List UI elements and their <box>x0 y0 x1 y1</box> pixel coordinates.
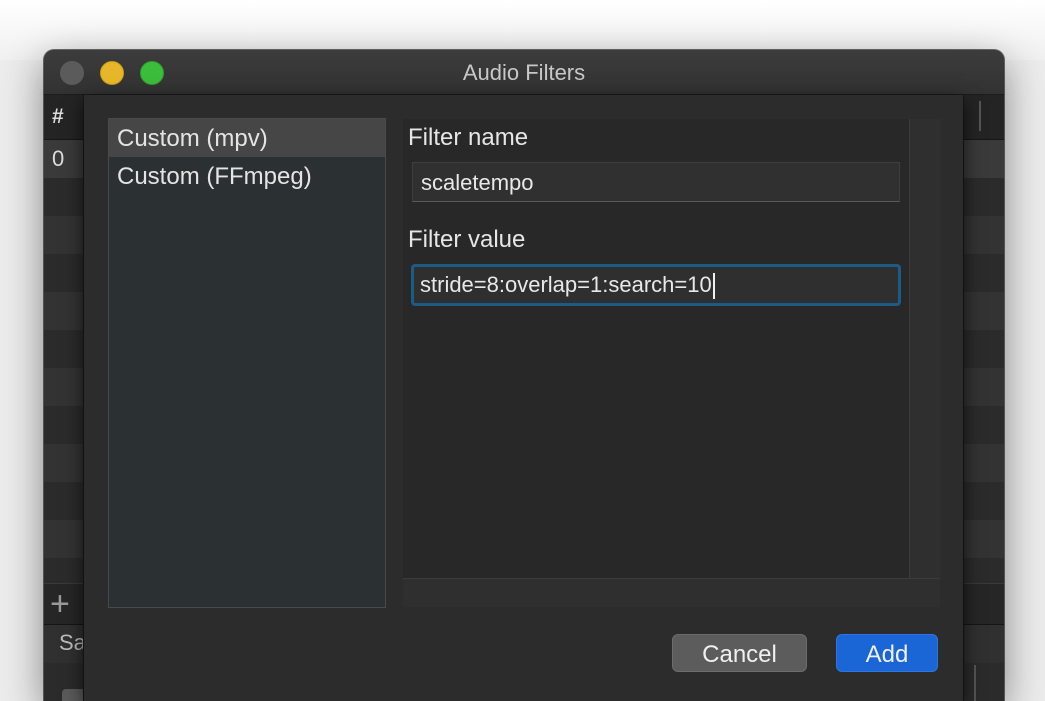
filter-type-label: Custom (mpv) <box>117 125 268 152</box>
vertical-scrollbar[interactable] <box>909 119 941 578</box>
filter-name-text: scaletempo <box>421 170 534 195</box>
horizontal-scrollbar[interactable] <box>403 578 940 607</box>
column-divider <box>979 101 981 131</box>
title-bar[interactable]: Audio Filters <box>44 50 1004 95</box>
add-button[interactable]: Add <box>836 634 938 672</box>
audio-filters-window: Audio Filters # 0 + Sa Custom (mpv) Cust… <box>44 50 1004 701</box>
row-index: 0 <box>52 146 65 171</box>
cancel-button[interactable]: Cancel <box>672 634 807 672</box>
filter-type-item[interactable]: Custom (FFmpeg) <box>109 157 385 195</box>
index-column-header[interactable]: # <box>52 105 64 129</box>
filter-form-panel: Filter name scaletempo Filter value stri… <box>403 119 941 607</box>
filter-value-field[interactable]: stride=8:overlap=1:search=10 <box>411 264 901 306</box>
saved-filters-label: Sa <box>59 630 86 655</box>
add-filter-icon[interactable]: + <box>50 584 70 624</box>
filter-name-label: Filter name <box>408 124 529 151</box>
saved-filters-scrollbar[interactable] <box>974 665 976 701</box>
filter-value-text: stride=8:overlap=1:search=10 <box>420 272 712 297</box>
saved-filter-button[interactable] <box>62 689 86 701</box>
filter-type-label: Custom (FFmpeg) <box>117 163 312 190</box>
text-caret <box>712 273 715 300</box>
filter-value-label: Filter value <box>408 226 526 253</box>
filter-type-list[interactable]: Custom (mpv) Custom (FFmpeg) <box>108 118 386 608</box>
filter-name-field[interactable]: scaletempo <box>412 162 900 202</box>
window-content: # 0 + Sa Custom (mpv) Custom (FFmpeg) Fi… <box>44 95 1004 701</box>
add-filter-sheet: Custom (mpv) Custom (FFmpeg) Filter name… <box>84 95 963 701</box>
window-title: Audio Filters <box>462 60 586 85</box>
filter-type-item[interactable]: Custom (mpv) <box>109 119 385 157</box>
